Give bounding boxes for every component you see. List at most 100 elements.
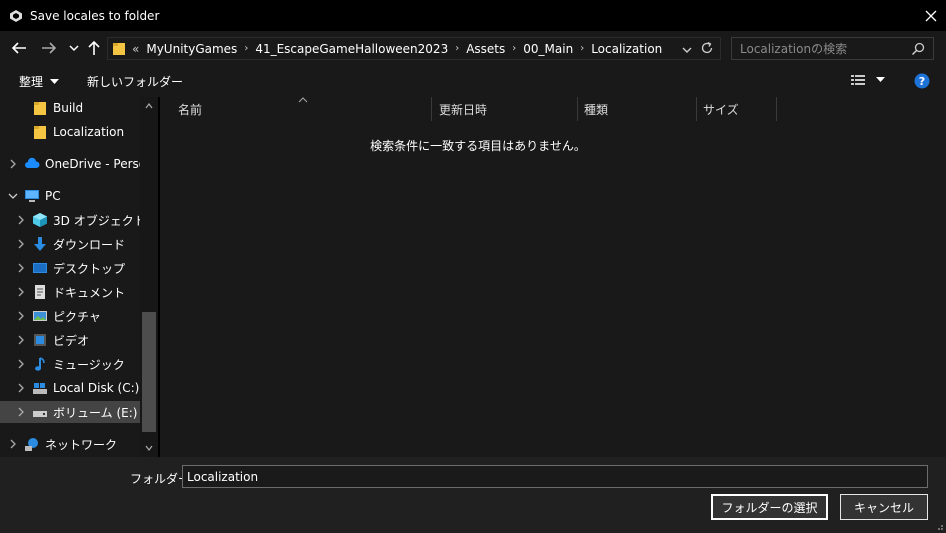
- nav-item-pictures[interactable]: ピクチャ: [0, 305, 140, 327]
- nav-item-label: ダウンロード: [53, 237, 126, 252]
- nav-item-label: Local Disk (C:): [53, 381, 140, 395]
- nav-item-local-disk-c[interactable]: Local Disk (C:): [0, 377, 140, 399]
- close-icon: [925, 10, 937, 21]
- window-title: Save locales to folder: [30, 8, 160, 23]
- view-options-button[interactable]: [850, 74, 885, 86]
- organize-button[interactable]: 整理: [19, 73, 60, 90]
- search-input[interactable]: Localizationの検索: [731, 37, 934, 60]
- address-bar-row: « MyUnityGames › 41_EscapeGameHalloween2…: [0, 31, 946, 65]
- title-bar: Save locales to folder: [0, 0, 946, 31]
- folder-name-field[interactable]: [182, 465, 928, 488]
- chevron-right-icon: [18, 263, 24, 273]
- document-icon: [35, 285, 45, 299]
- chevron-right-icon: [18, 359, 24, 369]
- folder-icon: [34, 126, 46, 139]
- scroll-down-icon: [145, 445, 153, 451]
- crumb-myunitygames[interactable]: MyUnityGames: [146, 42, 237, 56]
- column-header-size[interactable]: サイズ: [697, 97, 777, 121]
- desktop-icon: [33, 263, 47, 273]
- nav-item-label: Build: [53, 101, 84, 115]
- refresh-icon: [701, 41, 713, 54]
- column-header-date[interactable]: 更新日時: [433, 97, 578, 121]
- nav-item-label: ネットワーク: [45, 437, 118, 452]
- chevron-down-icon: [8, 193, 18, 199]
- chevron-right-icon: [18, 407, 24, 417]
- select-folder-button[interactable]: フォルダーの選択: [711, 494, 828, 520]
- nav-item-label: OneDrive - Persor: [45, 157, 152, 171]
- music-icon: [35, 357, 45, 371]
- chevron-down-icon: [69, 45, 79, 52]
- folder-icon: [113, 42, 125, 55]
- chevron-right-icon: [10, 439, 16, 449]
- up-arrow-icon: [88, 40, 100, 55]
- drive-icon: [33, 411, 47, 417]
- forward-button[interactable]: [40, 39, 58, 57]
- download-icon: [34, 237, 46, 251]
- nav-item-pc[interactable]: PC: [0, 185, 140, 207]
- help-icon: ?: [914, 73, 930, 89]
- chevron-right-icon: [10, 159, 16, 169]
- nav-item-documents[interactable]: ドキュメント: [0, 281, 140, 303]
- nav-item-label: デスクトップ: [53, 261, 126, 276]
- nav-item-label: 3D オブジェクト: [53, 213, 146, 228]
- nav-item-downloads[interactable]: ダウンロード: [0, 233, 140, 255]
- nav-item-volume-e[interactable]: ボリューム (E:): [0, 401, 140, 423]
- nav-item-videos[interactable]: ビデオ: [0, 329, 140, 351]
- nav-item-label: Localization: [53, 125, 125, 139]
- chevron-right-icon[interactable]: ›: [455, 43, 459, 54]
- crumb-escapegame[interactable]: 41_EscapeGameHalloween2023: [255, 42, 448, 56]
- crumb-assets[interactable]: Assets: [466, 42, 505, 56]
- nav-item-label: ピクチャ: [53, 309, 101, 324]
- disk-icon: [33, 383, 47, 394]
- file-list-pane[interactable]: 名前 更新日時 種類 サイズ 検索条件に一致する項目はありません。: [160, 97, 946, 457]
- scroll-thumb[interactable]: [142, 312, 156, 432]
- empty-message: 検索条件に一致する項目はありません。: [370, 139, 586, 153]
- column-header-type[interactable]: 種類: [578, 97, 697, 121]
- nav-item-build[interactable]: Build: [32, 97, 140, 119]
- cloud-icon: [25, 157, 40, 168]
- overflow-crumb[interactable]: «: [132, 42, 139, 56]
- chevron-right-icon[interactable]: ›: [580, 43, 584, 54]
- nav-scrollbar[interactable]: [140, 97, 158, 457]
- search-placeholder: Localizationの検索: [740, 42, 848, 56]
- chevron-right-icon[interactable]: ›: [244, 43, 248, 54]
- crumb-00-main[interactable]: 00_Main: [523, 42, 573, 56]
- nav-item-onedrive[interactable]: OneDrive - Persor: [0, 153, 151, 175]
- help-button[interactable]: ?: [914, 73, 930, 89]
- nav-item-desktop[interactable]: デスクトップ: [0, 257, 140, 279]
- organize-label: 整理: [19, 75, 44, 89]
- back-arrow-icon: [11, 42, 26, 54]
- recent-locations-button[interactable]: [65, 39, 83, 57]
- chevron-right-icon: [18, 239, 24, 249]
- nav-item-label: PC: [45, 189, 61, 203]
- back-button[interactable]: [10, 39, 28, 57]
- nav-item-label: ビデオ: [53, 333, 90, 348]
- chevron-right-icon: [18, 383, 24, 393]
- chevron-right-icon[interactable]: ›: [512, 43, 516, 54]
- address-dropdown-button[interactable]: [682, 43, 692, 57]
- new-folder-button[interactable]: 新しいフォルダー: [87, 73, 183, 90]
- address-box[interactable]: « MyUnityGames › 41_EscapeGameHalloween2…: [107, 37, 721, 60]
- nav-item-music[interactable]: ミュージック: [0, 353, 140, 375]
- cancel-button[interactable]: キャンセル: [840, 494, 928, 520]
- navigation-pane[interactable]: Build Localization OneDrive - Persor PC …: [0, 97, 158, 457]
- command-bar: 整理 新しいフォルダー ?: [0, 65, 946, 97]
- view-list-icon: [851, 75, 865, 85]
- folder-icon: [34, 102, 46, 115]
- chevron-right-icon: [18, 311, 24, 321]
- caret-down-icon: [876, 77, 885, 82]
- nav-item-3d-objects[interactable]: 3D オブジェクト: [0, 209, 146, 231]
- close-button[interactable]: [916, 0, 946, 31]
- picture-icon: [33, 311, 47, 321]
- nav-item-network[interactable]: ネットワーク: [0, 433, 140, 455]
- refresh-button[interactable]: [700, 41, 714, 58]
- crumb-localization[interactable]: Localization: [591, 42, 662, 56]
- network-icon: [25, 438, 38, 451]
- chevron-right-icon: [18, 287, 24, 297]
- nav-item-localization[interactable]: Localization: [32, 121, 140, 143]
- up-button[interactable]: [85, 39, 103, 57]
- resize-grip-icon[interactable]: [934, 521, 944, 531]
- bottom-panel: フォルダー: フォルダーの選択 キャンセル: [0, 457, 946, 533]
- caret-down-icon: [50, 78, 60, 84]
- column-header-name[interactable]: 名前: [172, 97, 432, 121]
